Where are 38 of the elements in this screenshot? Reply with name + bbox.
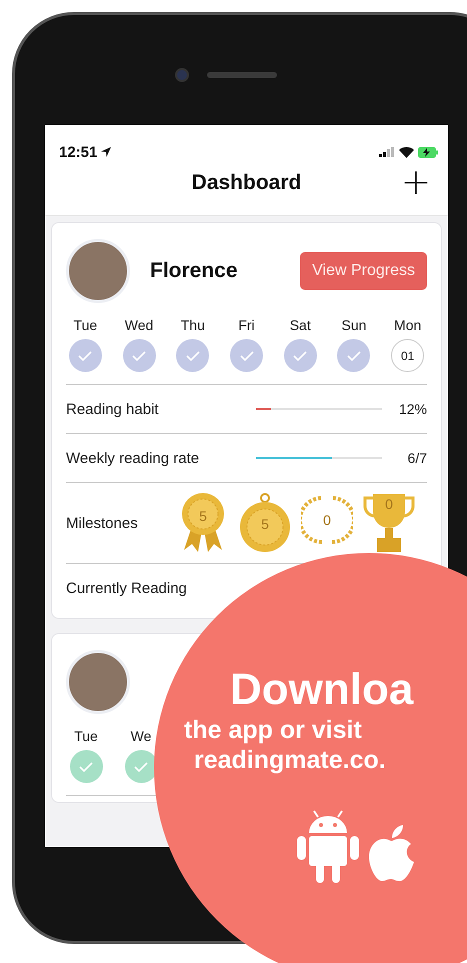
stat-label: Weekly reading rate [66, 450, 200, 466]
reader-name: Florence [150, 259, 238, 283]
milestones-label: Milestones [66, 514, 139, 532]
stat-value: 12% [398, 401, 427, 417]
speaker-slot [207, 72, 277, 78]
camera-dot [175, 68, 189, 82]
currently-reading-label: Currently Reading [66, 580, 188, 596]
promo-text: the app or visit [184, 715, 362, 745]
stat-value: 6/7 [406, 450, 427, 466]
view-progress-button[interactable]: View Progress [300, 252, 427, 290]
day-label: Fri [238, 317, 255, 333]
day-label: Tue [74, 728, 98, 744]
screen-title: Dashboard [190, 171, 302, 195]
promo-headline: Downloa [230, 665, 414, 715]
milestone-count: 0 [322, 512, 332, 528]
promo-website[interactable]: readingmate.co. [194, 745, 386, 775]
day-label: Thu [180, 317, 205, 333]
battery-charging-icon [418, 146, 438, 158]
day-label: Wed [124, 317, 154, 333]
milestone-count: 0 [384, 496, 394, 512]
status-time: 12:51 [59, 144, 98, 160]
android-icon[interactable] [297, 809, 359, 883]
day-label: Sat [290, 317, 311, 333]
day-label: Sun [341, 317, 366, 333]
milestone-count: 5 [260, 516, 270, 532]
apple-icon[interactable] [369, 825, 415, 883]
location-arrow-icon [101, 147, 112, 157]
day-date-circle: 01 [391, 339, 424, 372]
wifi-icon [399, 146, 414, 158]
day-label: Mon [394, 317, 422, 333]
medal-icon [239, 492, 291, 554]
signal-icon [379, 147, 395, 157]
day-label: We [130, 728, 152, 744]
trophy-icon [363, 492, 415, 554]
milestone-count: 5 [198, 508, 208, 524]
day-label: Tue [74, 317, 98, 333]
stat-label: Reading habit [66, 400, 160, 418]
add-button[interactable]: + [396, 165, 436, 201]
